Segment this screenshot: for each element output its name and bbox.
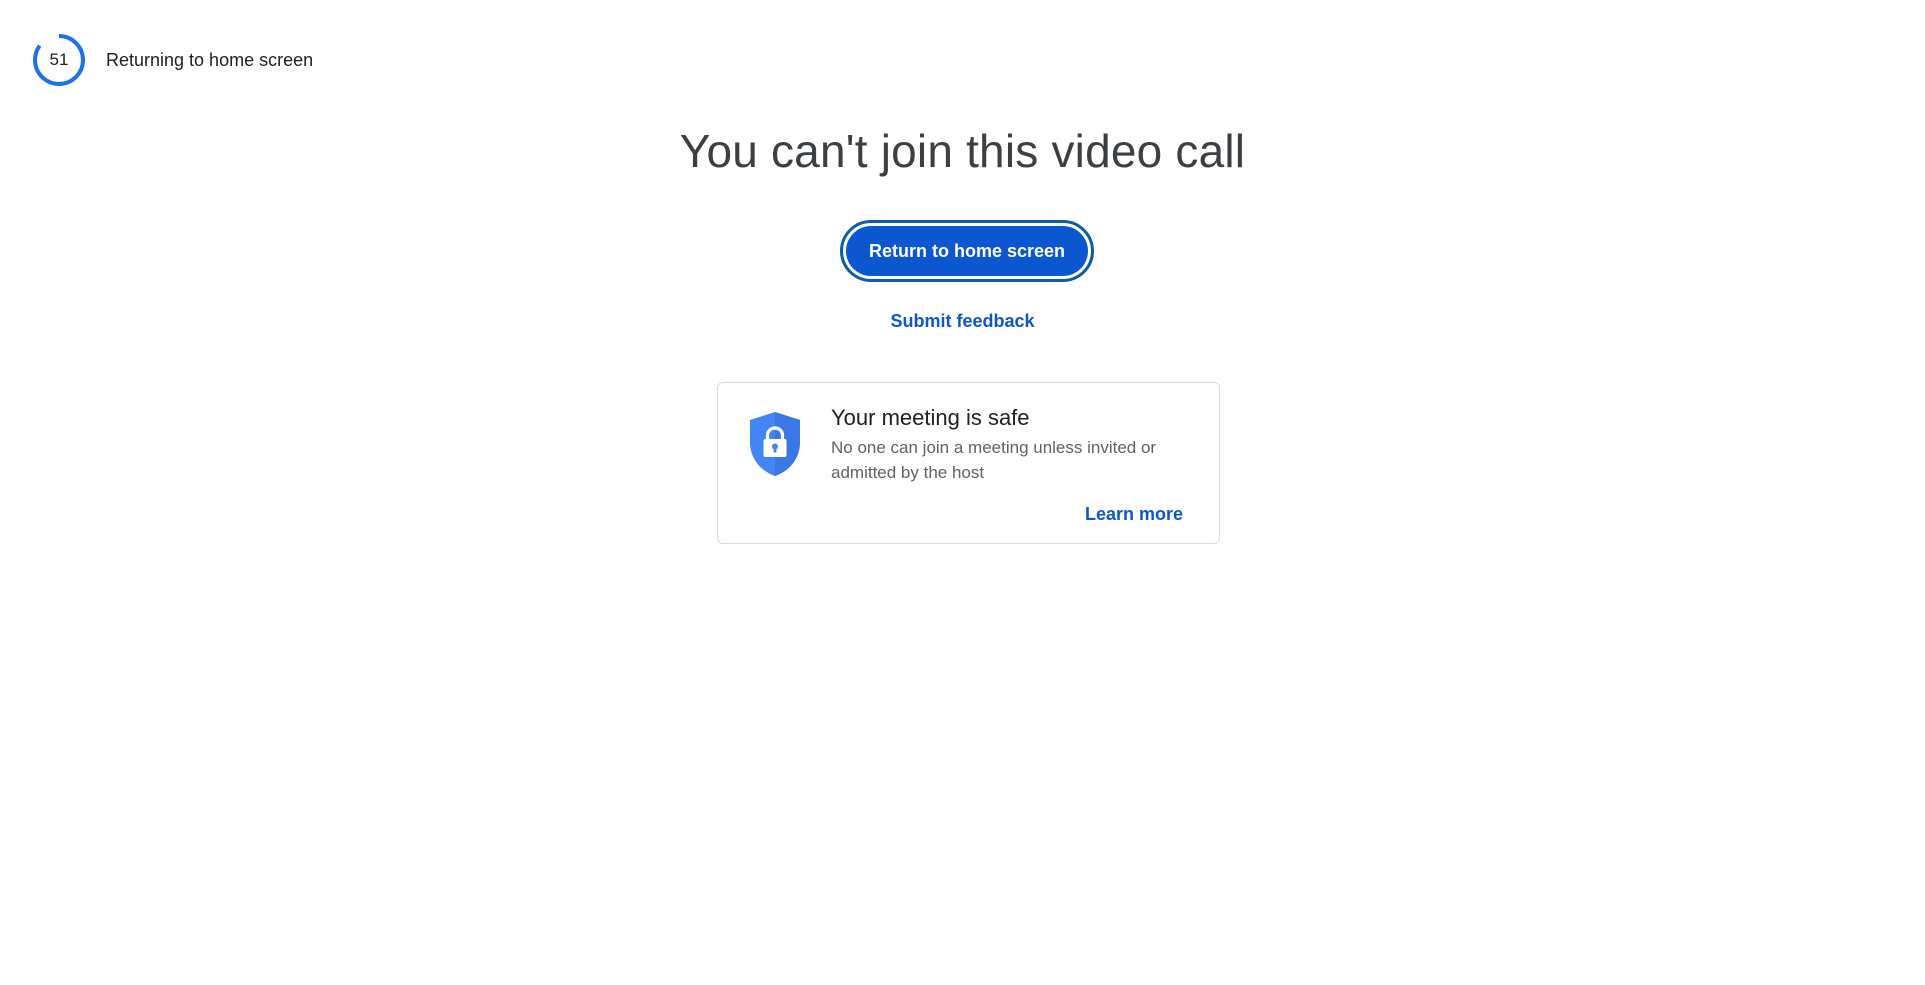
shield-lock-icon (748, 410, 802, 478)
countdown-ring: 51 (32, 33, 86, 87)
submit-feedback-link[interactable]: Submit feedback (890, 311, 1034, 331)
return-to-home-button-label: Return to home screen (846, 226, 1088, 276)
meeting-safety-card: Your meeting is safe No one can join a m… (717, 382, 1220, 544)
card-title: Your meeting is safe (831, 405, 1030, 430)
countdown-seconds: 51 (49, 50, 69, 69)
countdown-label: Returning to home screen (106, 49, 314, 70)
page-title: You can't join this video call (679, 125, 1246, 177)
countdown-indicator: 51 Returning to home screen (32, 33, 313, 87)
learn-more-link[interactable]: Learn more (1085, 504, 1183, 525)
card-description: No one can join a meeting unless invited… (831, 438, 1157, 482)
return-to-home-button[interactable]: Return to home screen (840, 220, 1094, 282)
feedback-link-row: Submit feedback (0, 311, 1925, 332)
